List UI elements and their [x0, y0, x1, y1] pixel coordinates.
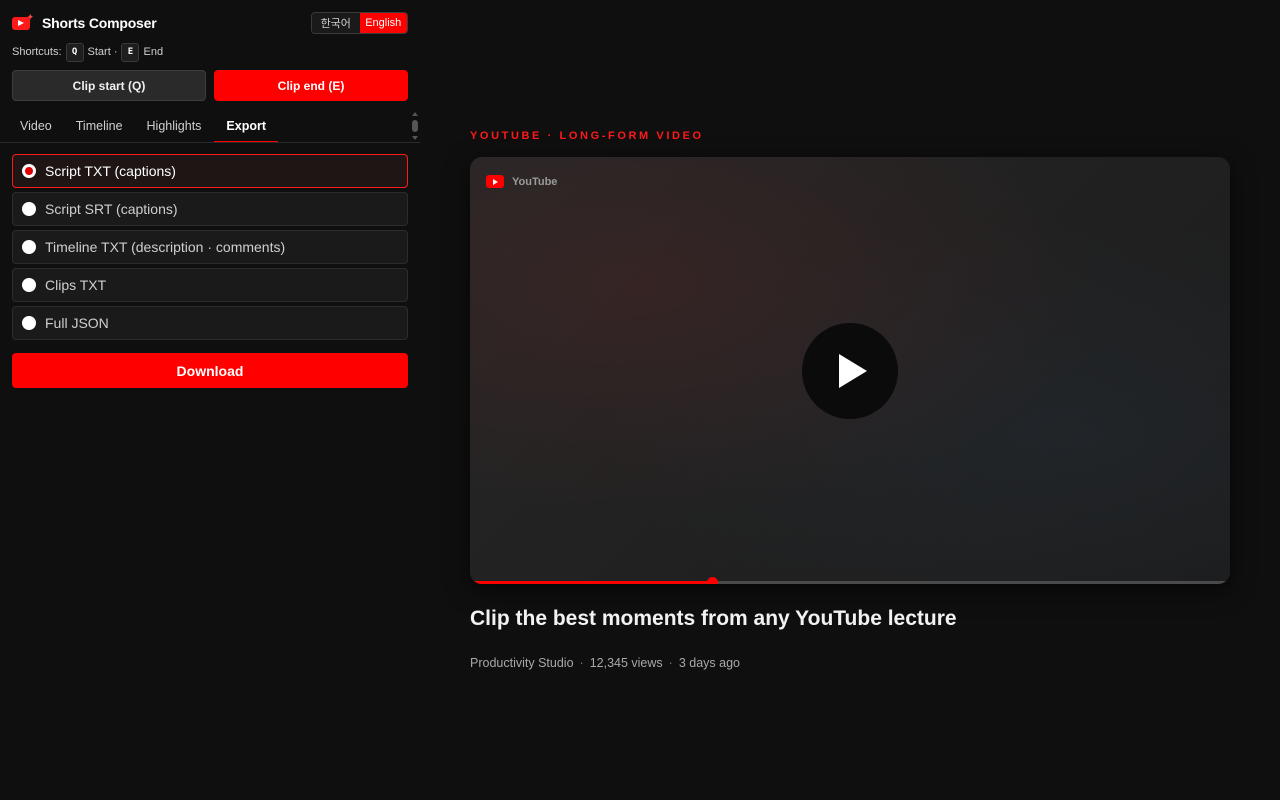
start-key-label: Start ·: [87, 46, 118, 58]
option-label: Timeline TXT (description · comments): [45, 239, 286, 255]
meta-separator: ·: [579, 656, 584, 670]
video-player[interactable]: YouTube: [470, 157, 1230, 584]
radio-icon[interactable]: [22, 316, 36, 330]
export-option-clips-txt[interactable]: Clips TXT: [12, 268, 408, 302]
tab-timeline[interactable]: Timeline: [64, 110, 135, 142]
shortcuts-label: Shortcuts:: [12, 46, 62, 58]
play-icon: [839, 354, 867, 388]
progress-bar[interactable]: [470, 577, 1230, 584]
option-label: Script SRT (captions): [45, 201, 178, 217]
scroll-down-icon[interactable]: [412, 136, 418, 140]
scroll-up-icon[interactable]: [412, 112, 418, 116]
download-button[interactable]: Download: [12, 353, 408, 388]
sidebar: ✦ Shorts Composer 한국어 English Shortcuts:…: [0, 0, 420, 800]
lang-korean-button[interactable]: 한국어: [312, 13, 360, 33]
lang-english-button[interactable]: English: [359, 13, 407, 33]
youtube-logo-icon: [486, 175, 504, 188]
export-option-full-json[interactable]: Full JSON: [12, 306, 408, 340]
start-key: Q: [65, 42, 84, 62]
end-key: E: [121, 42, 140, 62]
end-key-label: End: [143, 46, 164, 58]
brand: ✦ Shorts Composer: [12, 12, 157, 34]
progress-fill: [470, 581, 712, 584]
channel-name[interactable]: Productivity Studio: [470, 656, 574, 670]
clip-start-button[interactable]: Clip start (Q): [12, 70, 206, 101]
export-option-script-srt[interactable]: Script SRT (captions): [12, 192, 408, 226]
radio-icon[interactable]: [22, 240, 36, 254]
meta-separator: ·: [668, 656, 673, 670]
upload-age: 3 days ago: [678, 656, 741, 670]
language-toggle: 한국어 English: [311, 12, 408, 34]
app-title: Shorts Composer: [42, 15, 157, 31]
export-options: Script TXT (captions) Script SRT (captio…: [12, 154, 408, 344]
shortcuts-hint: Shortcuts: Q Start · E End: [12, 42, 163, 62]
play-button[interactable]: [802, 323, 898, 419]
youtube-badge-label: YouTube: [512, 175, 558, 188]
scroll-thumb[interactable]: [412, 120, 418, 132]
tab-highlights[interactable]: Highlights: [135, 110, 214, 142]
tab-scrollbar[interactable]: [410, 110, 420, 142]
tab-bar: Video Timeline Highlights Export: [0, 110, 420, 143]
tab-video[interactable]: Video: [0, 110, 64, 142]
option-label: Clips TXT: [45, 277, 107, 293]
option-label: Script TXT (captions): [45, 163, 176, 179]
video-meta: Productivity Studio · 12,345 views · 3 d…: [470, 656, 740, 670]
export-option-timeline-txt[interactable]: Timeline TXT (description · comments): [12, 230, 408, 264]
section-kicker: YOUTUBE · LONG-FORM VIDEO: [470, 130, 704, 142]
progress-scrubber[interactable]: [706, 577, 718, 584]
clip-end-button[interactable]: Clip end (E): [214, 70, 408, 101]
option-label: Full JSON: [45, 315, 109, 331]
view-count: 12,345 views: [589, 656, 663, 670]
radio-icon[interactable]: [22, 202, 36, 216]
export-option-script-txt[interactable]: Script TXT (captions): [12, 154, 408, 188]
youtube-badge: YouTube: [486, 175, 557, 188]
tab-export[interactable]: Export: [214, 110, 279, 142]
radio-selected-icon[interactable]: [22, 164, 36, 178]
shorts-logo-icon: ✦: [12, 13, 34, 32]
radio-icon[interactable]: [22, 278, 36, 292]
video-title: Clip the best moments from any YouTube l…: [470, 607, 957, 630]
